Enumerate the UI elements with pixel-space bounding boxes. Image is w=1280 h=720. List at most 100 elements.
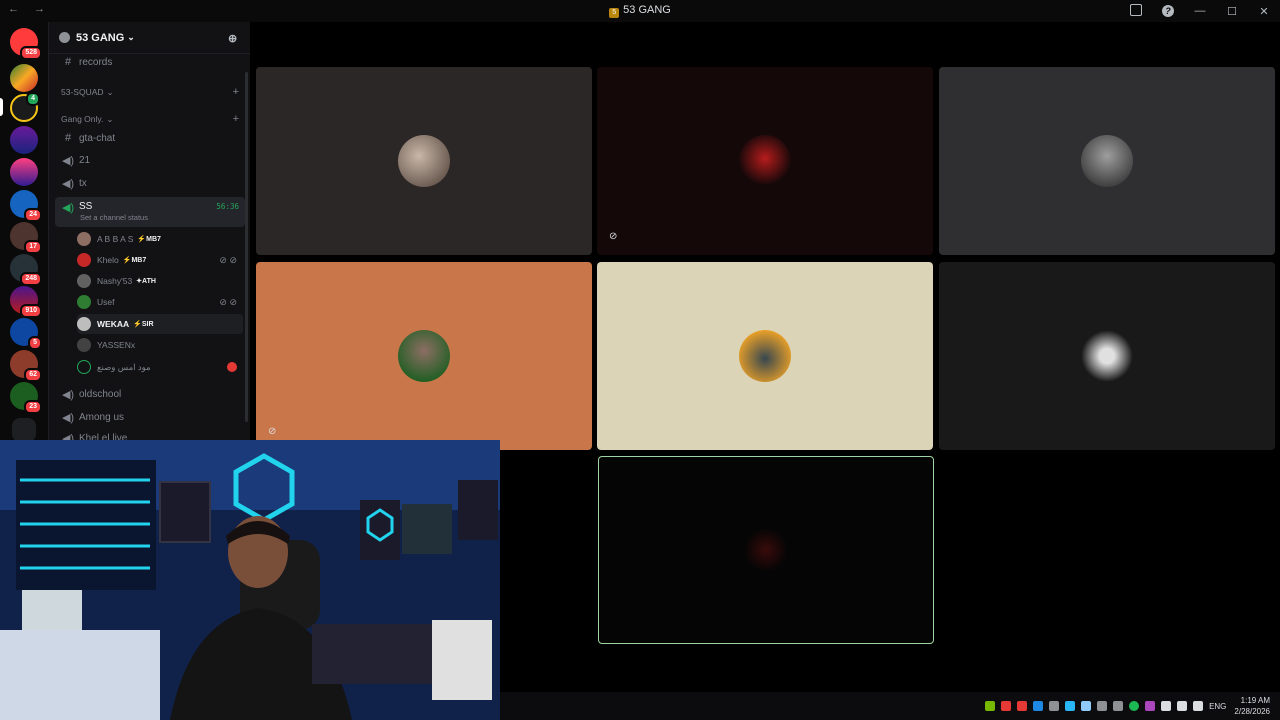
server-icon-7[interactable]: 17 [10, 222, 42, 254]
channel-ss[interactable]: ◀) SS 56:36 Set a channel status [55, 197, 245, 227]
call-timer: 56:36 [216, 202, 239, 211]
volume-icon[interactable] [1193, 701, 1204, 711]
category-gang-only[interactable]: Gang Only. ⌄ + [55, 109, 245, 129]
channel-21[interactable]: ◀) 21 [55, 150, 245, 170]
voice-user[interactable]: Usef ⊘ ⊘ [77, 292, 243, 312]
system-tray [979, 701, 1204, 711]
minimize-button[interactable]: — [1184, 5, 1216, 17]
chevron-down-icon: ⌄ [106, 113, 114, 124]
steam-icon[interactable] [1081, 701, 1092, 711]
unread-badge: 5 [28, 336, 42, 350]
unread-badge: 24 [24, 208, 42, 222]
speaker-icon: ◀) [61, 154, 75, 167]
participant-tile[interactable] [256, 67, 592, 255]
deafened-icon: ⊘ [609, 231, 618, 242]
participant-tile[interactable] [939, 262, 1275, 450]
add-channel-icon[interactable]: + [233, 86, 239, 98]
channel-records[interactable]: # records [55, 52, 245, 72]
clock-time: 1:19 AM [1240, 696, 1270, 705]
participant-tile[interactable]: ⊘ [597, 67, 933, 255]
category-53-squad[interactable]: 53-SQUAD ⌄ + [55, 82, 245, 102]
participant-tile[interactable]: ⊘ [256, 262, 592, 450]
channel-label: oldschool [79, 388, 122, 400]
title-bar: ← → 5 53 GANG ? — ☐ ✕ [0, 0, 1280, 22]
server-icon-53-gang[interactable]: 4 [10, 92, 40, 122]
channel-label: records [79, 56, 113, 68]
bluetooth-icon[interactable] [1033, 701, 1044, 711]
channel-among-us[interactable]: ◀) Among us [55, 407, 245, 427]
server-icon-4[interactable] [10, 126, 38, 154]
avatar [1081, 135, 1133, 187]
server-icon-6[interactable]: 24 [10, 190, 42, 222]
maximize-button[interactable]: ☐ [1216, 5, 1248, 18]
participant-tile[interactable] [939, 67, 1275, 255]
microphone-icon[interactable] [1161, 701, 1172, 711]
server-icon-1[interactable]: 528 [10, 28, 42, 60]
mic-icon[interactable] [1001, 701, 1012, 711]
participant-tile-speaking[interactable] [598, 456, 934, 644]
speaker-icon: ◀) [61, 388, 75, 401]
avatar [77, 295, 91, 309]
clock[interactable]: 1:19 AM 2/28/2026 [1234, 695, 1270, 717]
edge-icon[interactable] [1065, 701, 1076, 711]
unread-badge: 62 [24, 368, 42, 382]
channel-oldschool[interactable]: ◀) oldschool [55, 384, 245, 404]
guild-header[interactable]: 53 GANG ⌄ ⊕ [49, 22, 250, 54]
server-icon-11[interactable]: 62 [10, 350, 42, 382]
voice-user[interactable]: YASSENx [77, 335, 243, 355]
speaker-active-icon: ◀) [61, 202, 75, 214]
category-label: Gang Only. [61, 114, 104, 124]
avatar [77, 338, 91, 352]
folder-icon[interactable] [12, 418, 36, 442]
muted-deafened-icon: ⊘ ⊘ [219, 296, 237, 307]
channel-label: SS [79, 201, 93, 212]
unread-badge: 23 [24, 400, 42, 414]
server-icon-2[interactable] [10, 64, 38, 92]
taskbar: ENG 1:19 AM 2/28/2026 [500, 692, 1280, 720]
server-icon-9[interactable]: 910 [10, 286, 42, 318]
server-icon-5[interactable] [10, 158, 38, 186]
network-icon[interactable] [1177, 701, 1188, 711]
invite-icon[interactable]: ⊕ [228, 32, 240, 45]
app-icon[interactable] [1113, 701, 1124, 711]
voice-user[interactable]: مود امس وصنع [77, 357, 243, 377]
webcam-feed [0, 440, 500, 720]
hash-icon: # [64, 132, 72, 144]
voice-user[interactable]: Nashy'53 ✦ATH [77, 271, 243, 291]
window-title-text: 53 GANG [623, 4, 671, 16]
server-icon-10[interactable]: 5 [10, 318, 42, 350]
inbox-icon[interactable] [1120, 3, 1152, 19]
guild-name: 53 GANG [76, 31, 125, 44]
deafened-icon: ⊘ [268, 426, 277, 437]
nvidia-icon[interactable] [985, 701, 996, 711]
avatar [398, 330, 450, 382]
app-icon[interactable] [1145, 701, 1156, 711]
unread-badge: 910 [20, 304, 42, 318]
avatar [77, 360, 91, 374]
activity-icon [227, 362, 237, 372]
voice-user[interactable]: A B B A S ⚡MB7 [77, 229, 243, 249]
avatar [739, 135, 791, 187]
muted-deafened-icon: ⊘ ⊘ [219, 254, 237, 265]
close-button[interactable]: ✕ [1248, 5, 1280, 18]
help-icon[interactable]: ? [1152, 5, 1184, 17]
window-title: 5 53 GANG [0, 4, 1280, 18]
language-indicator[interactable]: ENG [1209, 702, 1226, 711]
server-list: 528 4 24 17 248 910 5 62 23 [0, 22, 48, 442]
sidebar-scrollbar[interactable] [245, 72, 248, 422]
app-icon[interactable] [1097, 701, 1108, 711]
channel-status-prompt[interactable]: Set a channel status [80, 213, 148, 222]
add-channel-icon[interactable]: + [233, 113, 239, 125]
voice-user[interactable]: Khelo ⚡MB7 ⊘ ⊘ [77, 250, 243, 270]
channel-gta-chat[interactable]: # gta-chat [55, 128, 245, 148]
spotify-icon[interactable] [1129, 701, 1140, 711]
app-icon[interactable] [1049, 701, 1060, 711]
server-icon-8[interactable]: 248 [10, 254, 42, 286]
channel-tx[interactable]: ◀) tx [55, 173, 245, 193]
voice-user[interactable]: WEKAA ⚡SIR [77, 314, 243, 334]
participant-tile[interactable] [597, 262, 933, 450]
record-icon[interactable] [1017, 701, 1028, 711]
server-icon-12[interactable]: 23 [10, 382, 42, 414]
channel-label: Among us [79, 411, 125, 423]
avatar [740, 524, 792, 576]
